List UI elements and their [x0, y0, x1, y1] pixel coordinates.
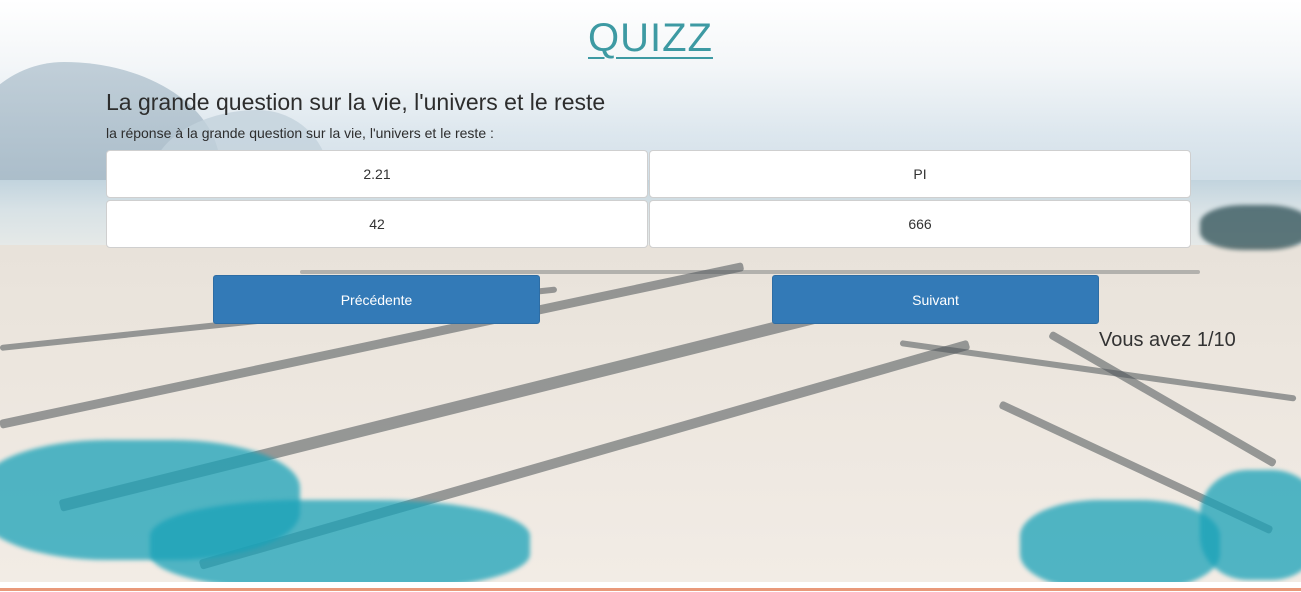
score-text: Vous avez 1/10 — [1099, 329, 1236, 351]
answer-option-4[interactable]: 666 — [649, 200, 1191, 248]
previous-button[interactable]: Précédente — [213, 275, 540, 324]
footer-accent-line — [0, 588, 1301, 591]
question-title: La grande question sur la vie, l'univers… — [106, 89, 606, 115]
next-button[interactable]: Suivant — [772, 275, 1099, 324]
answer-option-1[interactable]: 2.21 — [106, 150, 648, 198]
page-title[interactable]: QUIZZ — [0, 14, 1301, 62]
answer-option-2[interactable]: PI — [649, 150, 1191, 198]
teal-net-patch — [1200, 470, 1301, 580]
answer-option-3[interactable]: 42 — [106, 200, 648, 248]
question-text: la réponse à la grande question sur la v… — [106, 125, 494, 141]
teal-net-patch — [150, 500, 530, 582]
teal-net-patch — [1020, 500, 1220, 582]
teal-net-patch — [1200, 205, 1301, 250]
fishing-net-strand — [300, 270, 1200, 274]
answer-grid: 2.21 PI 42 666 — [106, 150, 1191, 250]
